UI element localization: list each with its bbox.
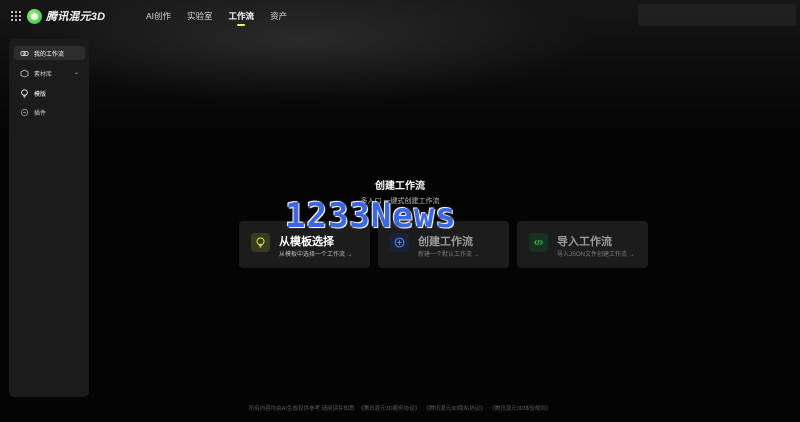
lightbulb-icon: [251, 233, 270, 252]
import-workflow-card[interactable]: 导入工作流 导入JSON文件创建工作流 →: [517, 221, 648, 268]
footer-link-privacy[interactable]: 《腾讯混元3D隐私协议》: [424, 406, 486, 412]
cube-icon: [20, 69, 29, 78]
code-icon: [529, 233, 548, 252]
sidebar-item-materials[interactable]: 素材库 ⌄: [14, 66, 85, 80]
sidebar-item-plugins[interactable]: 插件: [14, 105, 85, 119]
sidebar-item-label: 模版: [34, 91, 47, 98]
logo-text: 腾讯混元3D: [46, 11, 106, 23]
chevron-down-icon[interactable]: ⌄: [74, 69, 79, 76]
apps-grid-icon[interactable]: [11, 11, 21, 21]
card-description: 从模板中选择一个工作流 →: [279, 252, 353, 258]
nav-lab[interactable]: 实验室: [179, 0, 221, 32]
sidebar-item-label: 素材库: [34, 71, 53, 78]
card-title: 导入工作流: [557, 236, 612, 248]
footer-disclaimer: 所有内容均由AI生成仅供参考 请阅读并知悉: [248, 406, 355, 412]
hunyuan-logo-icon: [27, 8, 42, 24]
workflow-icon: [20, 49, 29, 58]
top-navbar: 腾讯混元3D AI创作 实验室 工作流 资产: [0, 0, 800, 32]
watermark: 1233News: [285, 196, 457, 236]
lightbulb-icon: [20, 88, 29, 98]
card-description: 新建一个默认工作流 →: [418, 252, 480, 258]
footer-link-service[interactable]: 《腾讯混元3D服务协议》: [358, 406, 420, 412]
sidebar-item-label: 插件: [34, 110, 47, 117]
sidebar: 我的工作流 素材库 ⌄ 模版 插件: [9, 39, 89, 397]
footer-link-rules[interactable]: 《腾讯混元3D体验规则》: [489, 406, 551, 412]
nav-workflow[interactable]: 工作流: [221, 0, 263, 32]
logo[interactable]: 腾讯混元3D: [27, 8, 105, 24]
page-title: 创建工作流: [375, 181, 425, 192]
main-nav: AI创作 实验室 工作流 资产: [138, 0, 295, 32]
card-description: 导入JSON文件创建工作流 →: [557, 252, 635, 258]
plugin-icon: [20, 108, 29, 117]
top-right-area: [638, 4, 796, 26]
footer: 所有内容均由AI生成仅供参考 请阅读并知悉 《腾讯混元3D服务协议》 《腾讯混元…: [0, 404, 800, 412]
nav-ai-create[interactable]: AI创作: [138, 0, 179, 32]
sidebar-item-label: 我的工作流: [34, 51, 65, 58]
sidebar-item-my-workflows[interactable]: 我的工作流: [14, 46, 85, 60]
nav-assets[interactable]: 资产: [262, 0, 295, 32]
sidebar-item-templates[interactable]: 模版: [14, 86, 85, 100]
